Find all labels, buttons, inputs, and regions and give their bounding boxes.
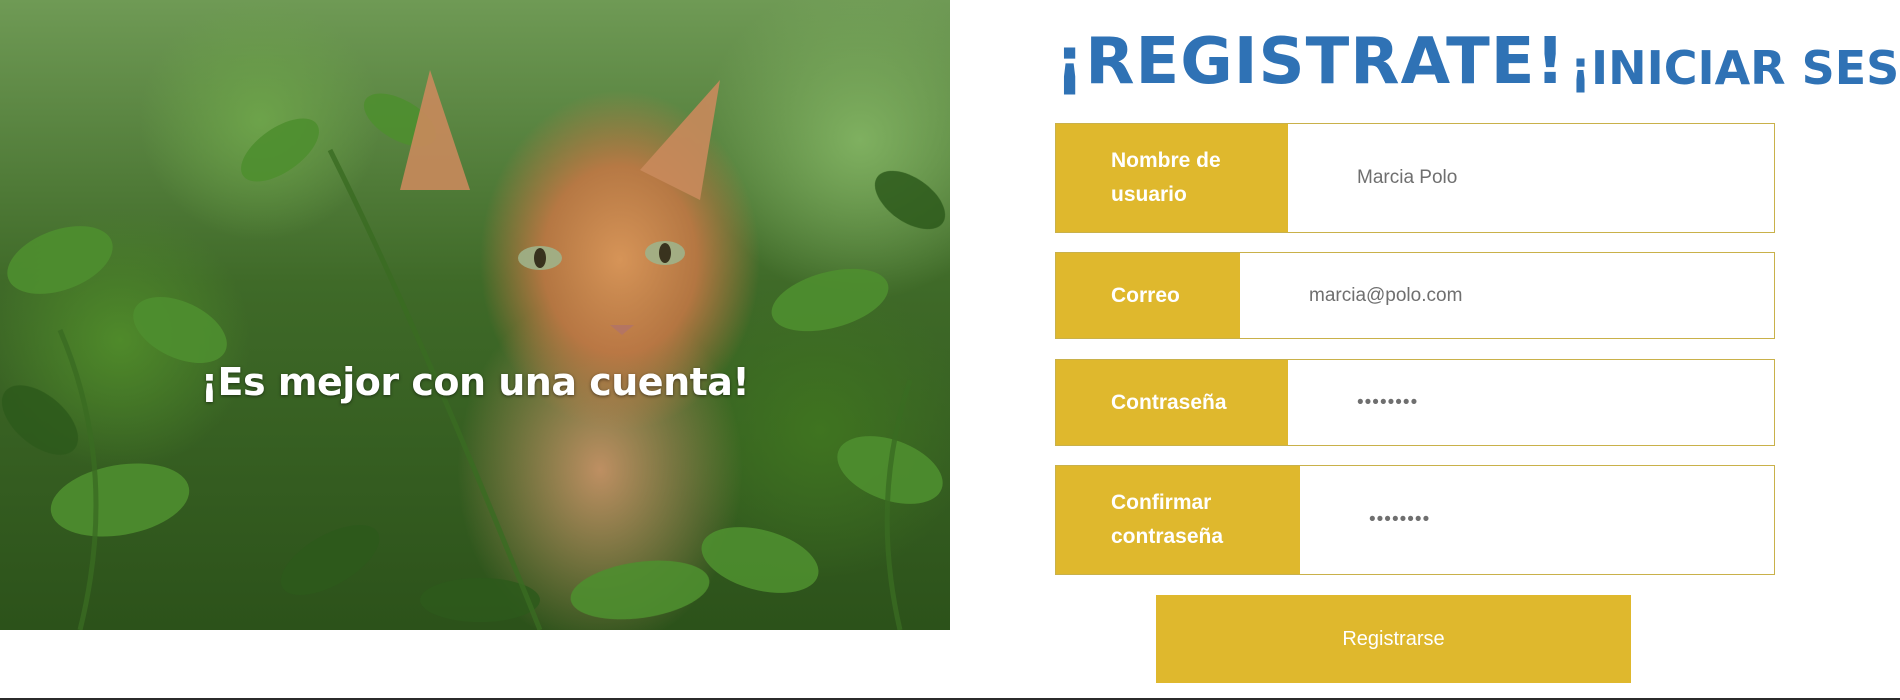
username-label: Nombre de usuario — [1056, 124, 1288, 232]
login-link[interactable]: ¡INICIAR SESION — [1570, 38, 1900, 98]
username-row: Nombre de usuario — [1055, 123, 1775, 233]
hero-tagline: ¡Es mejor con una cuenta! — [200, 360, 750, 404]
grass-illustration — [1, 70, 946, 630]
email-label: Correo — [1056, 253, 1240, 338]
username-input[interactable] — [1357, 124, 1774, 232]
confirm-password-input[interactable] — [1369, 466, 1774, 574]
hero-cat-photo: ¡Es mejor con una cuenta! — [0, 0, 950, 630]
password-label: Contraseña — [1056, 360, 1288, 445]
register-button[interactable]: Registrarse — [1156, 595, 1631, 683]
email-row: Correo — [1055, 252, 1775, 339]
email-input[interactable] — [1309, 253, 1774, 338]
password-row: Contraseña — [1055, 359, 1775, 446]
register-title: ¡REGISTRATE! — [1055, 25, 1566, 99]
confirm-password-row: Confirmar contraseña — [1055, 465, 1775, 575]
confirm-password-label: Confirmar contraseña — [1056, 466, 1300, 574]
password-input[interactable] — [1357, 360, 1774, 445]
